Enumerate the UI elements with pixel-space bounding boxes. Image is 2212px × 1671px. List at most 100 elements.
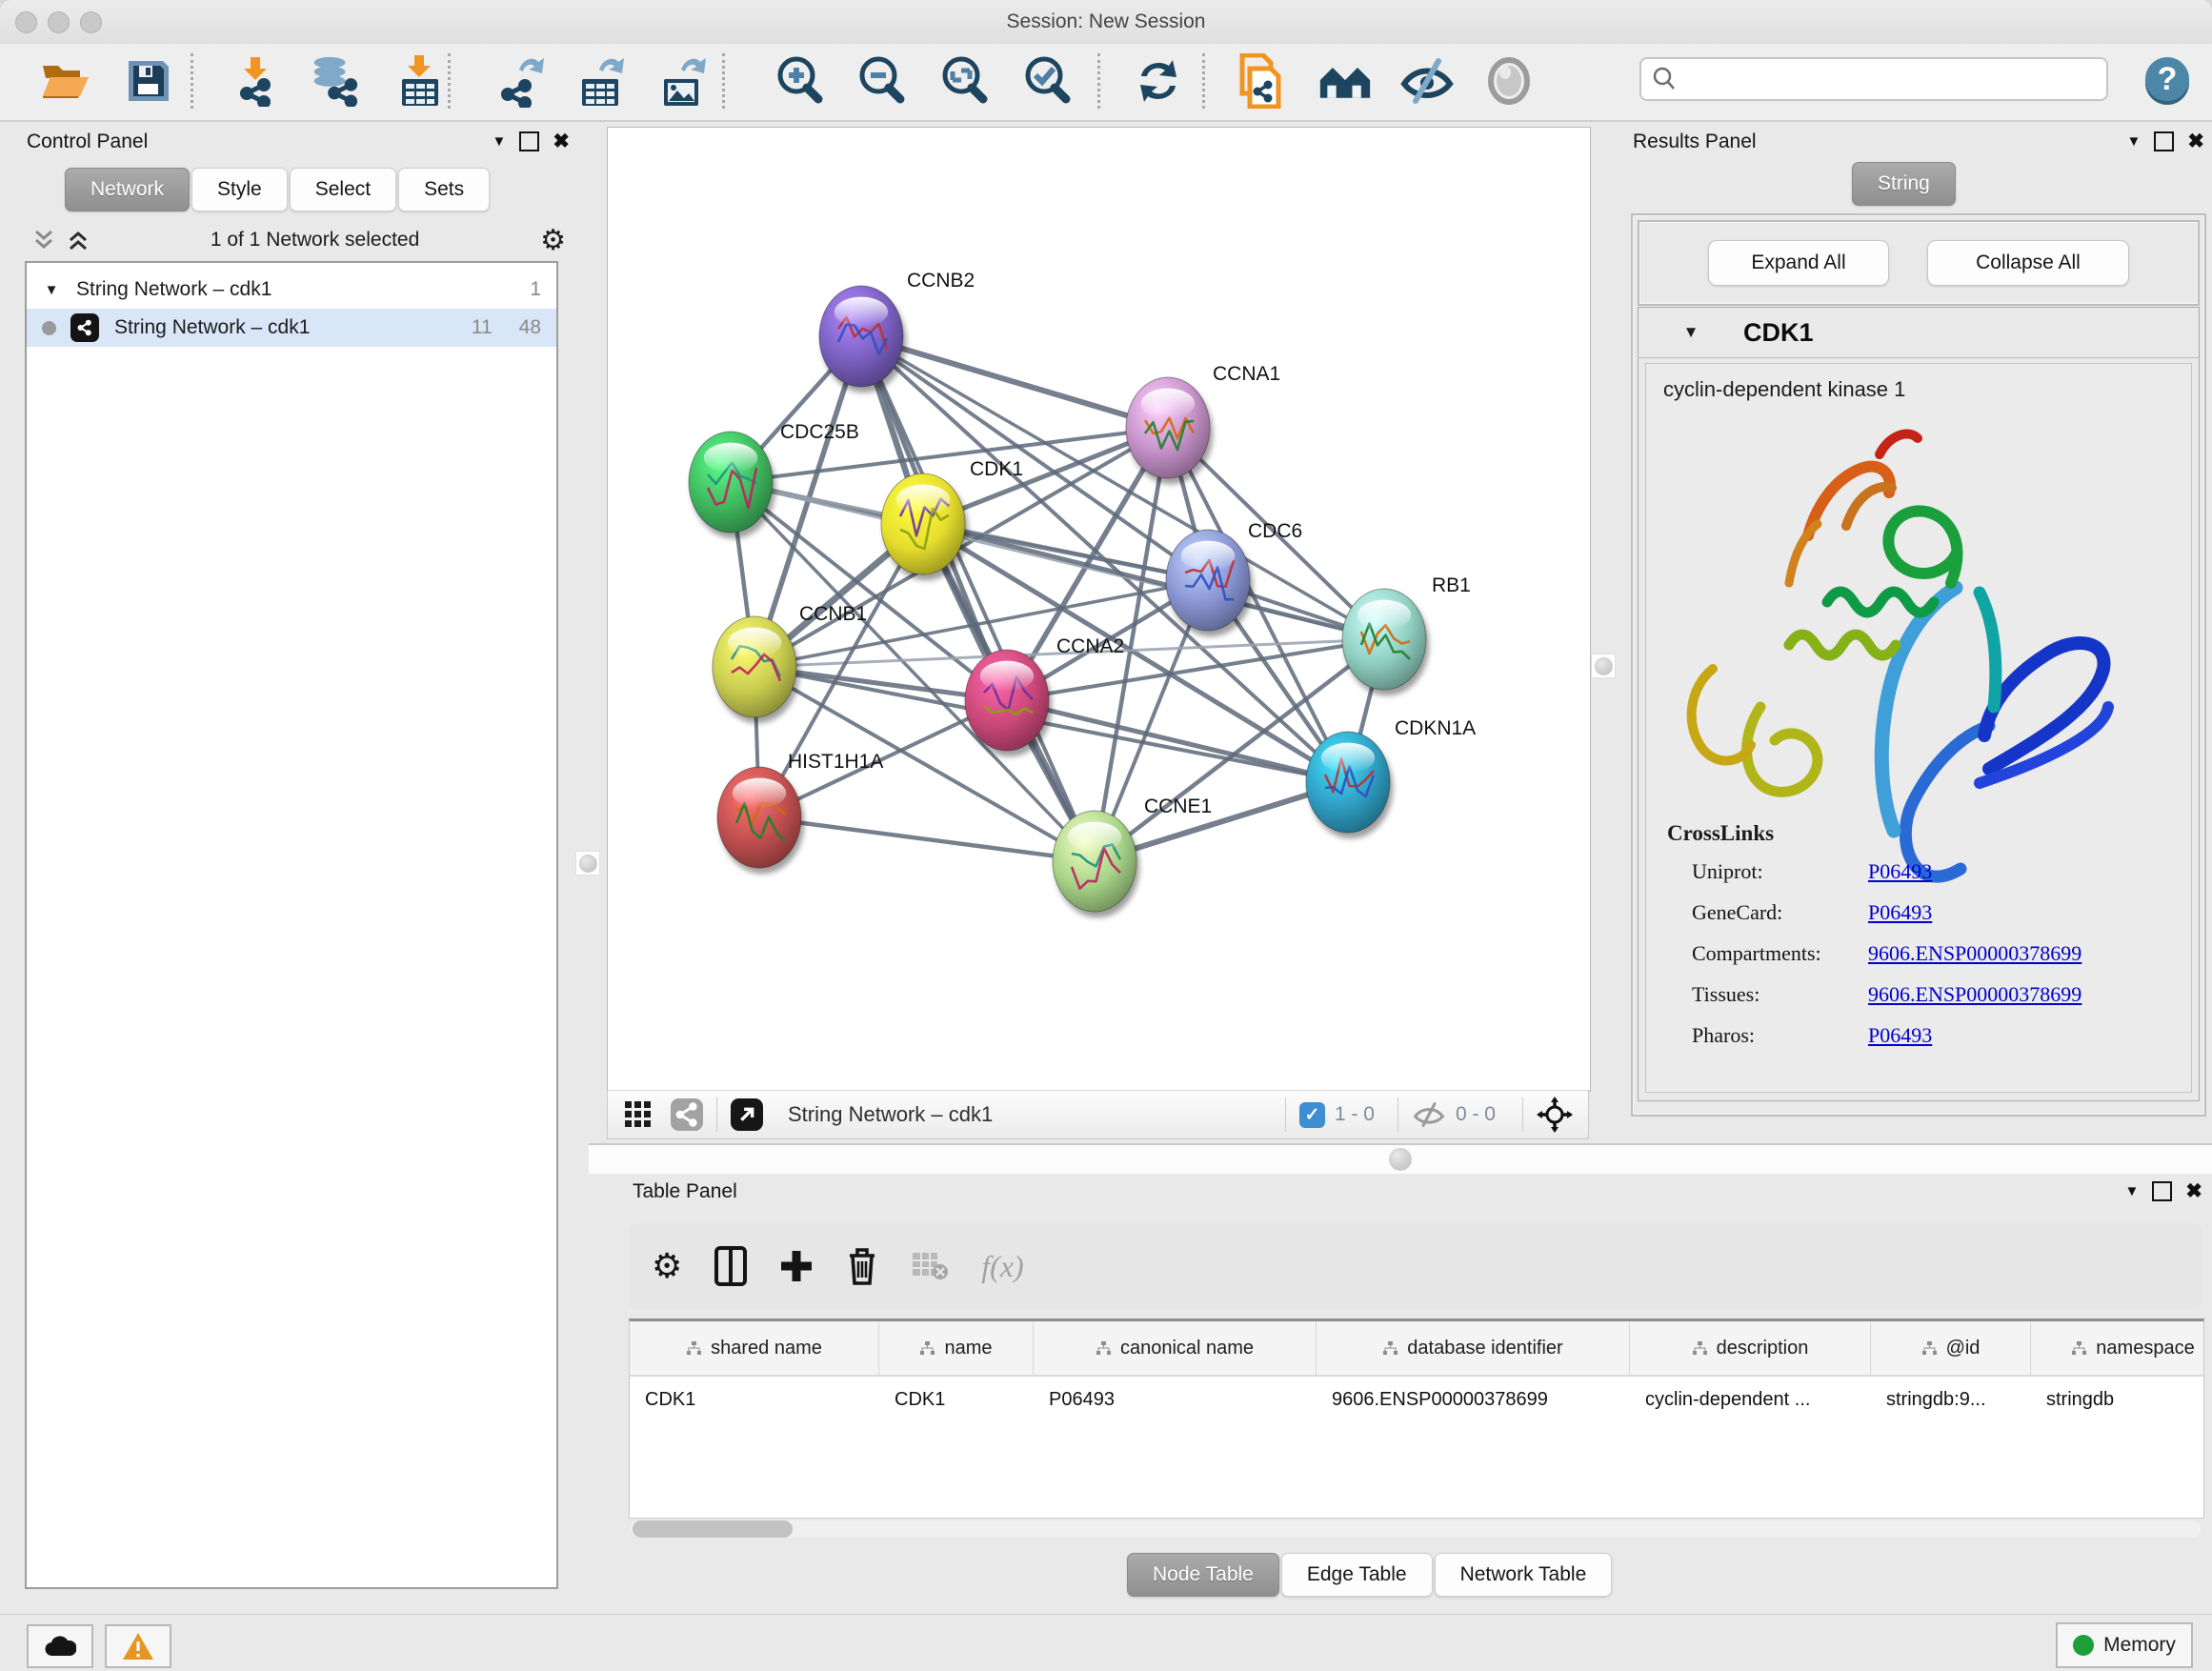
table-horizontal-scrollbar[interactable] [631, 1520, 2201, 1538]
maximize-panel-icon[interactable] [2152, 1181, 2172, 1201]
export-network-button[interactable] [495, 51, 549, 111]
column-header-description[interactable]: description [1630, 1321, 1871, 1375]
network-node-CCNA2[interactable] [965, 650, 1049, 751]
import-network-icon [231, 55, 279, 107]
zoom-selected-button[interactable] [1021, 51, 1075, 111]
horizontal-splitter[interactable] [589, 1143, 2212, 1174]
collection-expand-icon[interactable]: ▼ [27, 282, 76, 298]
export-image-button[interactable] [657, 51, 711, 111]
network-node-CCNB2[interactable] [819, 286, 903, 387]
gene-section-header[interactable]: ▼ CDK1 [1639, 308, 2199, 358]
tab-style[interactable]: Style [191, 168, 288, 211]
network-node-CDKN1A[interactable] [1306, 732, 1390, 833]
selected-nodes-checkbox[interactable]: ✓ [1299, 1102, 1325, 1128]
save-session-button[interactable] [122, 51, 175, 111]
network-state-dot [42, 321, 56, 335]
network-edge[interactable] [861, 336, 1168, 428]
maximize-panel-icon[interactable] [519, 131, 539, 151]
network-node-RB1[interactable] [1342, 589, 1426, 690]
add-column-button[interactable] [779, 1249, 814, 1283]
expand-all-button[interactable]: Expand All [1708, 240, 1889, 286]
tab-network-table[interactable]: Network Table [1435, 1553, 1613, 1597]
fit-content-crosshair-button[interactable] [1537, 1097, 1573, 1133]
right-splitter-handle[interactable] [1591, 654, 1616, 678]
network-node-CDC25B[interactable] [689, 432, 773, 533]
import-network-database-button[interactable] [307, 51, 360, 111]
duplicate-network-button[interactable] [1235, 51, 1288, 111]
crosslink-value-link[interactable]: 9606.ENSP00000378699 [1868, 982, 2081, 1007]
help-button[interactable]: ? [2141, 51, 2194, 111]
tab-network[interactable]: Network [65, 168, 190, 211]
tab-sets[interactable]: Sets [398, 168, 490, 211]
zoom-fit-button[interactable] [938, 51, 992, 111]
table-gear-icon[interactable]: ⚙ [652, 1246, 682, 1286]
collapse-all-button[interactable]: Collapse All [1927, 240, 2129, 286]
close-panel-icon[interactable]: ✖ [2185, 1179, 2202, 1203]
network-node-CDK1[interactable] [881, 473, 965, 574]
expand-all-icon[interactable] [67, 230, 90, 251]
close-panel-icon[interactable]: ✖ [553, 130, 570, 153]
zoom-out-button[interactable] [855, 51, 909, 111]
column-header-shared-name[interactable]: shared name [630, 1321, 879, 1375]
refresh-button[interactable] [1132, 51, 1185, 111]
network-node-CDC6[interactable] [1166, 530, 1250, 631]
crosslink-value-link[interactable]: P06493 [1868, 1023, 1932, 1048]
hidden-eye-icon[interactable] [1412, 1100, 1446, 1129]
show-columns-button[interactable] [714, 1246, 747, 1286]
close-panel-icon[interactable]: ✖ [2187, 130, 2204, 153]
delete-column-button[interactable] [846, 1246, 878, 1286]
network-edge[interactable] [759, 817, 1095, 861]
float-panel-icon[interactable]: ▼ [2125, 1183, 2140, 1199]
scrollbar-thumb[interactable] [633, 1520, 793, 1538]
float-panel-icon[interactable]: ▼ [493, 133, 507, 150]
sphere-button[interactable] [1482, 51, 1536, 111]
left-splitter-handle[interactable] [575, 851, 600, 876]
detach-view-button[interactable] [731, 1098, 763, 1131]
network-collection-row[interactable]: ▼ String Network – cdk1 1 [27, 271, 556, 309]
network-canvas[interactable]: CCNB2CCNA1CDC25BCDK1CDC6RB1CCNB1CCNA2CDK… [607, 127, 1591, 1092]
column-header-name[interactable]: name [879, 1321, 1034, 1375]
cloud-status-button[interactable] [27, 1624, 93, 1668]
network-node-CCNB1[interactable] [713, 616, 796, 717]
import-table-button[interactable] [392, 51, 446, 111]
open-session-button[interactable] [38, 51, 91, 111]
float-panel-icon[interactable]: ▼ [2127, 133, 2142, 150]
export-table-button[interactable] [575, 51, 629, 111]
results-tab-string[interactable]: String [1852, 162, 1956, 206]
column-header-canonical-name[interactable]: canonical name [1034, 1321, 1317, 1375]
gear-icon[interactable]: ⚙ [540, 224, 566, 257]
minimize-window-button[interactable] [48, 11, 70, 33]
zoom-window-button[interactable] [80, 11, 102, 33]
collapse-all-icon[interactable] [32, 230, 55, 251]
close-window-button[interactable] [15, 11, 37, 33]
warning-status-button[interactable] [105, 1624, 171, 1668]
column-header-@id[interactable]: @id [1871, 1321, 2031, 1375]
tab-edge-table[interactable]: Edge Table [1281, 1553, 1433, 1597]
network-edge[interactable] [1007, 700, 1348, 782]
tab-select[interactable]: Select [290, 168, 396, 211]
crosslink-value-link[interactable]: 9606.ENSP00000378699 [1868, 941, 2081, 966]
network-row[interactable]: String Network – cdk1 11 48 [27, 309, 556, 347]
show-all-networks-button[interactable] [1318, 51, 1372, 111]
network-edge[interactable] [861, 336, 1095, 861]
network-node-HIST1H1A[interactable] [717, 767, 801, 868]
import-network-file-button[interactable] [229, 51, 282, 111]
network-node-CCNE1[interactable] [1053, 811, 1136, 912]
string-results-container: Expand All Collapse All ▼ CDK1 cyclin-de… [1631, 213, 2206, 1117]
network-node-CCNA1[interactable] [1126, 377, 1210, 478]
zoom-in-button[interactable] [774, 51, 827, 111]
crosslink-value-link[interactable]: P06493 [1868, 900, 1932, 925]
hide-unselected-button[interactable] [1400, 51, 1454, 111]
column-header-namespace[interactable]: namespace [2031, 1321, 2204, 1375]
tab-node-table[interactable]: Node Table [1127, 1553, 1279, 1597]
table-row[interactable]: CDK1CDK1P064939606.ENSP00000378699cyclin… [630, 1377, 2203, 1422]
birdseye-toggle-button[interactable] [623, 1099, 654, 1130]
search-field[interactable] [1639, 57, 2108, 101]
section-collapse-icon[interactable]: ▼ [1639, 323, 1743, 342]
memory-button[interactable]: Memory [2056, 1622, 2193, 1668]
search-input[interactable] [1678, 68, 2097, 91]
column-header-database-identifier[interactable]: database identifier [1317, 1321, 1630, 1375]
warning-icon [122, 1632, 154, 1661]
crosslink-value-link[interactable]: P06493 [1868, 859, 1932, 884]
maximize-panel-icon[interactable] [2154, 131, 2174, 151]
